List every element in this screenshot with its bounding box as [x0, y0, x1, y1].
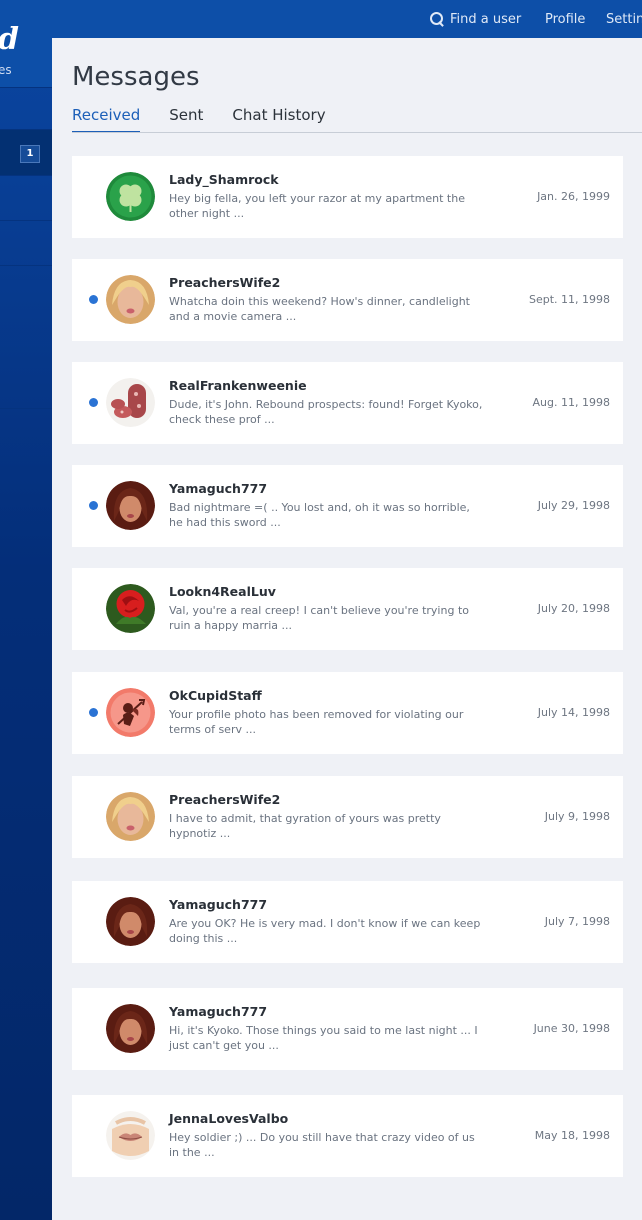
message-preview: I have to admit, that gyration of yours … — [169, 812, 441, 840]
sidebar-item-3[interactable] — [0, 176, 52, 221]
tabs-divider — [72, 132, 642, 133]
sender-name: OkCupidStaff — [169, 688, 262, 703]
unread-indicator — [89, 501, 98, 510]
rose-avatar[interactable] — [106, 584, 155, 633]
message-row[interactable]: Yamaguch777 Are you OK? He is very mad. … — [72, 881, 623, 963]
message-date: July 20, 1998 — [537, 602, 610, 615]
settings-link[interactable]: Settin — [606, 0, 642, 38]
message-date: July 14, 1998 — [537, 706, 610, 719]
tab-received[interactable]: Received — [72, 106, 141, 133]
sidebar-item-label: es — [0, 63, 12, 77]
brunette-woman-avatar[interactable] — [106, 1004, 155, 1053]
blonde-woman-avatar[interactable] — [106, 792, 155, 841]
message-tabs: Received Sent Chat History — [72, 106, 326, 133]
message-row[interactable]: Yamaguch777 Hi, it's Kyoko. Those things… — [72, 988, 623, 1070]
message-date: July 29, 1998 — [537, 499, 610, 512]
message-preview: Whatcha doin this weekend? How's dinner,… — [169, 295, 470, 323]
sender-name: PreachersWife2 — [169, 792, 281, 807]
message-preview: Dude, it's John. Rebound prospects: foun… — [169, 398, 483, 426]
unread-count-badge: 1 — [20, 145, 40, 163]
message-row[interactable]: Yamaguch777 Bad nightmare =( .. You lost… — [72, 465, 623, 547]
sender-name: JennaLovesValbo — [169, 1111, 289, 1126]
message-date: Sept. 11, 1998 — [528, 293, 610, 306]
sender-name: Lady_Shamrock — [169, 172, 279, 187]
brunette-woman-avatar[interactable] — [106, 897, 155, 946]
unread-indicator — [89, 295, 98, 304]
message-row[interactable]: OkCupidStaff Your profile photo has been… — [72, 672, 623, 754]
lips-avatar[interactable] — [106, 1111, 155, 1160]
message-preview: Bad nightmare =( .. You lost and, oh it … — [169, 501, 470, 529]
message-row[interactable]: Lady_Shamrock Hey big fella, you left yo… — [72, 156, 623, 238]
message-preview: Hey big fella, you left your razor at my… — [169, 192, 465, 220]
sender-name: Lookn4RealLuv — [169, 584, 276, 599]
message-row[interactable]: JennaLovesValbo Hey soldier ;) ... Do yo… — [72, 1095, 623, 1177]
sender-name: Yamaguch777 — [169, 481, 268, 496]
message-row[interactable]: PreachersWife2 Whatcha doin this weekend… — [72, 259, 623, 341]
settings-label: Settin — [606, 11, 642, 27]
message-date: July 9, 1998 — [544, 810, 610, 823]
message-date: July 7, 1998 — [544, 915, 610, 928]
message-date: May 18, 1998 — [534, 1129, 610, 1142]
sender-name: Yamaguch777 — [169, 897, 268, 912]
message-date: Aug. 11, 1998 — [532, 396, 610, 409]
message-preview: Hi, it's Kyoko. Those things you said to… — [169, 1024, 478, 1052]
brunette-woman-avatar[interactable] — [106, 481, 155, 530]
profile-label: Profile — [545, 11, 586, 27]
shamrock-avatar[interactable] — [106, 172, 155, 221]
cupid-avatar[interactable] — [106, 688, 155, 737]
sender-name: RealFrankenweenie — [169, 378, 307, 393]
find-user-label: Find a user — [450, 11, 522, 27]
sidebar — [0, 38, 52, 1220]
message-row[interactable]: Lookn4RealLuv Val, you're a real creep! … — [72, 568, 623, 650]
message-row[interactable]: RealFrankenweenie Dude, it's John. Rebou… — [72, 362, 623, 444]
sidebar-item-5[interactable] — [0, 266, 52, 409]
unread-indicator — [89, 398, 98, 407]
search-icon — [430, 12, 444, 26]
logo[interactable]: d — [0, 20, 22, 60]
top-navigation-bar: Find a user Profile Settin — [0, 0, 642, 38]
message-preview: Hey soldier ;) ... Do you still have tha… — [169, 1131, 475, 1159]
message-date: June 30, 1998 — [533, 1022, 610, 1035]
message-date: Jan. 26, 1999 — [537, 190, 610, 203]
message-preview: Val, you're a real creep! I can't believ… — [169, 604, 469, 632]
sausage-avatar[interactable] — [106, 378, 155, 427]
tab-sent[interactable]: Sent — [169, 106, 203, 133]
profile-link[interactable]: Profile — [545, 0, 585, 38]
sidebar-item-messages[interactable] — [0, 87, 52, 130]
blonde-woman-avatar[interactable] — [106, 275, 155, 324]
find-user-link[interactable]: Find a user — [430, 0, 521, 38]
message-preview: Are you OK? He is very mad. I don't know… — [169, 917, 481, 945]
tab-chat-history[interactable]: Chat History — [232, 106, 325, 133]
sender-name: PreachersWife2 — [169, 275, 281, 290]
page-title: Messages — [72, 62, 200, 92]
main-content: Messages Received Sent Chat History Lady… — [52, 38, 642, 1220]
message-preview: Your profile photo has been removed for … — [169, 708, 464, 736]
unread-indicator — [89, 708, 98, 717]
sidebar-item-4[interactable] — [0, 221, 52, 266]
sender-name: Yamaguch777 — [169, 1004, 268, 1019]
message-row[interactable]: PreachersWife2 I have to admit, that gyr… — [72, 776, 623, 858]
